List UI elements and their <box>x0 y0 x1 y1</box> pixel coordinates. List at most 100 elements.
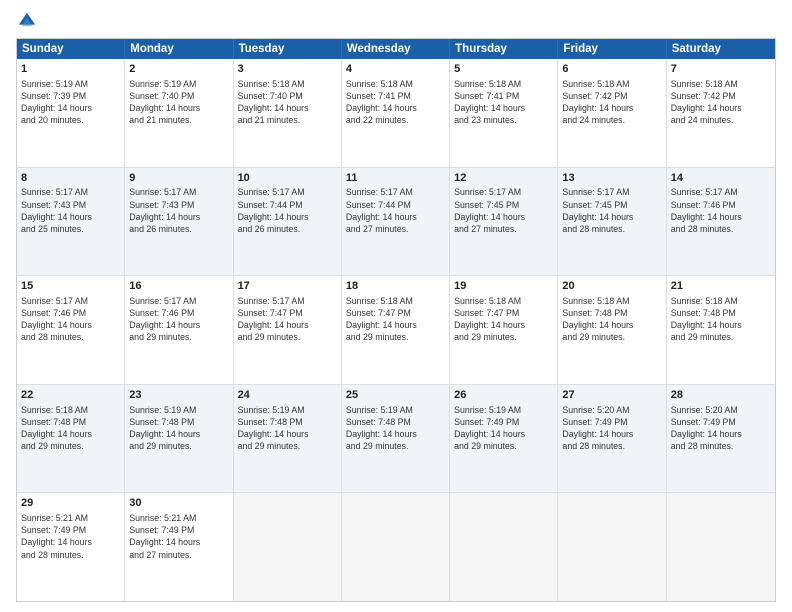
day-info: Sunrise: 5:19 AM Sunset: 7:48 PM Dayligh… <box>346 404 445 453</box>
day-info: Sunrise: 5:19 AM Sunset: 7:48 PM Dayligh… <box>238 404 337 453</box>
day-info: Sunrise: 5:21 AM Sunset: 7:49 PM Dayligh… <box>21 512 120 561</box>
calendar-cell: 13Sunrise: 5:17 AM Sunset: 7:45 PM Dayli… <box>558 168 666 276</box>
page: SundayMondayTuesdayWednesdayThursdayFrid… <box>0 0 792 612</box>
day-number: 6 <box>562 62 661 77</box>
day-info: Sunrise: 5:17 AM Sunset: 7:43 PM Dayligh… <box>129 186 228 235</box>
calendar-cell: 7Sunrise: 5:18 AM Sunset: 7:42 PM Daylig… <box>667 59 775 167</box>
day-number: 10 <box>238 171 337 186</box>
calendar-cell: 26Sunrise: 5:19 AM Sunset: 7:49 PM Dayli… <box>450 385 558 493</box>
day-number: 21 <box>671 279 771 294</box>
calendar-cell: 16Sunrise: 5:17 AM Sunset: 7:46 PM Dayli… <box>125 276 233 384</box>
day-info: Sunrise: 5:18 AM Sunset: 7:47 PM Dayligh… <box>454 295 553 344</box>
calendar-cell: 6Sunrise: 5:18 AM Sunset: 7:42 PM Daylig… <box>558 59 666 167</box>
day-number: 3 <box>238 62 337 77</box>
day-info: Sunrise: 5:20 AM Sunset: 7:49 PM Dayligh… <box>671 404 771 453</box>
day-info: Sunrise: 5:18 AM Sunset: 7:47 PM Dayligh… <box>346 295 445 344</box>
day-info: Sunrise: 5:17 AM Sunset: 7:43 PM Dayligh… <box>21 186 120 235</box>
day-number: 4 <box>346 62 445 77</box>
day-number: 12 <box>454 171 553 186</box>
day-number: 16 <box>129 279 228 294</box>
calendar-header-day: Friday <box>558 39 666 59</box>
day-number: 19 <box>454 279 553 294</box>
calendar-cell: 4Sunrise: 5:18 AM Sunset: 7:41 PM Daylig… <box>342 59 450 167</box>
day-number: 27 <box>562 388 661 403</box>
day-number: 14 <box>671 171 771 186</box>
day-info: Sunrise: 5:18 AM Sunset: 7:48 PM Dayligh… <box>562 295 661 344</box>
day-number: 25 <box>346 388 445 403</box>
day-number: 17 <box>238 279 337 294</box>
day-info: Sunrise: 5:19 AM Sunset: 7:48 PM Dayligh… <box>129 404 228 453</box>
calendar-cell: 25Sunrise: 5:19 AM Sunset: 7:48 PM Dayli… <box>342 385 450 493</box>
calendar-cell <box>234 493 342 601</box>
calendar-body: 1Sunrise: 5:19 AM Sunset: 7:39 PM Daylig… <box>17 59 775 601</box>
calendar-cell: 10Sunrise: 5:17 AM Sunset: 7:44 PM Dayli… <box>234 168 342 276</box>
day-info: Sunrise: 5:17 AM Sunset: 7:46 PM Dayligh… <box>21 295 120 344</box>
calendar-cell: 29Sunrise: 5:21 AM Sunset: 7:49 PM Dayli… <box>17 493 125 601</box>
calendar-cell: 30Sunrise: 5:21 AM Sunset: 7:49 PM Dayli… <box>125 493 233 601</box>
calendar-cell: 11Sunrise: 5:17 AM Sunset: 7:44 PM Dayli… <box>342 168 450 276</box>
day-number: 11 <box>346 171 445 186</box>
day-number: 26 <box>454 388 553 403</box>
calendar-header-day: Tuesday <box>234 39 342 59</box>
calendar-cell: 23Sunrise: 5:19 AM Sunset: 7:48 PM Dayli… <box>125 385 233 493</box>
day-info: Sunrise: 5:18 AM Sunset: 7:48 PM Dayligh… <box>21 404 120 453</box>
calendar-cell: 3Sunrise: 5:18 AM Sunset: 7:40 PM Daylig… <box>234 59 342 167</box>
day-number: 7 <box>671 62 771 77</box>
day-number: 13 <box>562 171 661 186</box>
calendar-cell: 19Sunrise: 5:18 AM Sunset: 7:47 PM Dayli… <box>450 276 558 384</box>
calendar-cell <box>450 493 558 601</box>
calendar-cell: 5Sunrise: 5:18 AM Sunset: 7:41 PM Daylig… <box>450 59 558 167</box>
day-info: Sunrise: 5:18 AM Sunset: 7:42 PM Dayligh… <box>562 78 661 127</box>
calendar-cell: 9Sunrise: 5:17 AM Sunset: 7:43 PM Daylig… <box>125 168 233 276</box>
day-number: 20 <box>562 279 661 294</box>
day-number: 23 <box>129 388 228 403</box>
day-info: Sunrise: 5:17 AM Sunset: 7:46 PM Dayligh… <box>671 186 771 235</box>
day-info: Sunrise: 5:20 AM Sunset: 7:49 PM Dayligh… <box>562 404 661 453</box>
logo <box>16 10 40 32</box>
calendar-header-day: Monday <box>125 39 233 59</box>
calendar-cell: 18Sunrise: 5:18 AM Sunset: 7:47 PM Dayli… <box>342 276 450 384</box>
calendar-cell: 20Sunrise: 5:18 AM Sunset: 7:48 PM Dayli… <box>558 276 666 384</box>
day-number: 18 <box>346 279 445 294</box>
day-number: 2 <box>129 62 228 77</box>
calendar-cell: 27Sunrise: 5:20 AM Sunset: 7:49 PM Dayli… <box>558 385 666 493</box>
day-number: 1 <box>21 62 120 77</box>
day-info: Sunrise: 5:19 AM Sunset: 7:39 PM Dayligh… <box>21 78 120 127</box>
day-info: Sunrise: 5:18 AM Sunset: 7:48 PM Dayligh… <box>671 295 771 344</box>
day-number: 8 <box>21 171 120 186</box>
day-info: Sunrise: 5:17 AM Sunset: 7:44 PM Dayligh… <box>238 186 337 235</box>
calendar-header: SundayMondayTuesdayWednesdayThursdayFrid… <box>17 39 775 59</box>
logo-icon <box>16 10 38 32</box>
calendar-cell: 1Sunrise: 5:19 AM Sunset: 7:39 PM Daylig… <box>17 59 125 167</box>
calendar-cell <box>342 493 450 601</box>
day-number: 24 <box>238 388 337 403</box>
calendar: SundayMondayTuesdayWednesdayThursdayFrid… <box>16 38 776 602</box>
day-info: Sunrise: 5:17 AM Sunset: 7:45 PM Dayligh… <box>562 186 661 235</box>
calendar-cell <box>667 493 775 601</box>
calendar-header-day: Sunday <box>17 39 125 59</box>
day-info: Sunrise: 5:18 AM Sunset: 7:42 PM Dayligh… <box>671 78 771 127</box>
day-info: Sunrise: 5:21 AM Sunset: 7:49 PM Dayligh… <box>129 512 228 561</box>
calendar-row: 1Sunrise: 5:19 AM Sunset: 7:39 PM Daylig… <box>17 59 775 168</box>
header <box>16 10 776 32</box>
calendar-cell: 21Sunrise: 5:18 AM Sunset: 7:48 PM Dayli… <box>667 276 775 384</box>
calendar-cell: 8Sunrise: 5:17 AM Sunset: 7:43 PM Daylig… <box>17 168 125 276</box>
calendar-row: 8Sunrise: 5:17 AM Sunset: 7:43 PM Daylig… <box>17 168 775 277</box>
calendar-cell: 17Sunrise: 5:17 AM Sunset: 7:47 PM Dayli… <box>234 276 342 384</box>
day-number: 15 <box>21 279 120 294</box>
day-number: 28 <box>671 388 771 403</box>
day-number: 30 <box>129 496 228 511</box>
day-info: Sunrise: 5:19 AM Sunset: 7:49 PM Dayligh… <box>454 404 553 453</box>
calendar-cell: 14Sunrise: 5:17 AM Sunset: 7:46 PM Dayli… <box>667 168 775 276</box>
day-number: 29 <box>21 496 120 511</box>
calendar-cell: 12Sunrise: 5:17 AM Sunset: 7:45 PM Dayli… <box>450 168 558 276</box>
day-info: Sunrise: 5:17 AM Sunset: 7:47 PM Dayligh… <box>238 295 337 344</box>
calendar-header-day: Thursday <box>450 39 558 59</box>
day-info: Sunrise: 5:18 AM Sunset: 7:40 PM Dayligh… <box>238 78 337 127</box>
calendar-header-day: Wednesday <box>342 39 450 59</box>
calendar-cell: 2Sunrise: 5:19 AM Sunset: 7:40 PM Daylig… <box>125 59 233 167</box>
calendar-row: 29Sunrise: 5:21 AM Sunset: 7:49 PM Dayli… <box>17 493 775 601</box>
day-info: Sunrise: 5:17 AM Sunset: 7:45 PM Dayligh… <box>454 186 553 235</box>
calendar-cell: 22Sunrise: 5:18 AM Sunset: 7:48 PM Dayli… <box>17 385 125 493</box>
calendar-cell: 15Sunrise: 5:17 AM Sunset: 7:46 PM Dayli… <box>17 276 125 384</box>
